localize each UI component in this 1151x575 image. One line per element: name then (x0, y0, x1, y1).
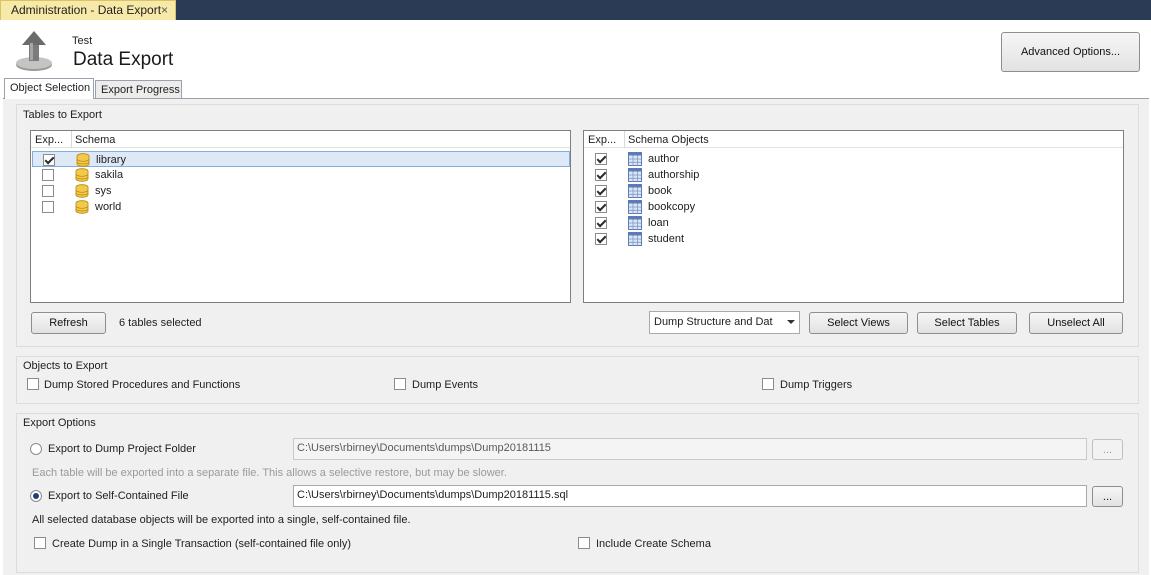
schema-name: sys (95, 185, 112, 197)
schema-checkbox[interactable] (42, 201, 54, 213)
schema-objects-column-header[interactable]: Schema Objects (628, 134, 709, 146)
selection-status: 6 tables selected (119, 317, 202, 329)
tables-to-export-title: Tables to Export (23, 109, 102, 121)
table-row-student[interactable]: student (585, 231, 1123, 247)
dump-mode-select[interactable]: Dump Structure and Dat (649, 311, 800, 334)
table-name: student (648, 233, 685, 245)
table-name: loan (648, 217, 669, 229)
schema-objects-list[interactable]: Exp... Schema Objects author authorship … (583, 130, 1124, 303)
dump-events-option[interactable]: Dump Events (394, 378, 544, 394)
dump-routines-checkbox[interactable] (27, 378, 39, 390)
table-name: book (648, 185, 672, 197)
include-create-schema-label: Include Create Schema (596, 538, 711, 550)
chevron-down-icon (787, 320, 795, 324)
single-transaction-label: Create Dump in a Single Transaction (sel… (52, 538, 351, 550)
table-name: author (648, 153, 680, 165)
table-icon (628, 168, 642, 182)
schema-row-sakila[interactable]: sakila (32, 167, 570, 183)
include-create-schema-option[interactable]: Include Create Schema (578, 537, 738, 553)
select-tables-button[interactable]: Select Tables (917, 312, 1017, 334)
schema-checkbox[interactable] (43, 154, 55, 166)
table-checkbox[interactable] (595, 217, 607, 229)
dump-routines-option[interactable]: Dump Stored Procedures and Functions (27, 378, 327, 394)
unselect-all-button[interactable]: Unselect All (1029, 312, 1123, 334)
objects-to-export-title: Objects to Export (23, 360, 108, 372)
self-contained-hint: All selected database objects will be ex… (32, 514, 411, 526)
document-tab-data-export[interactable]: Administration - Data Export × (0, 0, 176, 20)
table-checkbox[interactable] (595, 201, 607, 213)
schema-list-header: Exp... Schema (31, 131, 570, 148)
single-transaction-option[interactable]: Create Dump in a Single Transaction (sel… (34, 537, 374, 553)
table-row-author[interactable]: author (585, 151, 1123, 167)
schema-name: sakila (95, 169, 124, 181)
export-options-title: Export Options (23, 417, 96, 429)
advanced-options-button[interactable]: Advanced Options... (1001, 32, 1140, 72)
table-checkbox[interactable] (595, 169, 607, 181)
single-transaction-checkbox[interactable] (34, 537, 46, 549)
schema-list[interactable]: Exp... Schema library sakila sys world (30, 130, 571, 303)
schema-row-world[interactable]: world (32, 199, 570, 215)
dump-triggers-option[interactable]: Dump Triggers (762, 378, 912, 394)
table-checkbox[interactable] (595, 153, 607, 165)
schema-checkbox[interactable] (42, 185, 54, 197)
export-self-contained-option[interactable]: Export to Self-Contained File (30, 489, 270, 505)
document-tab-label: Administration - Data Export (11, 3, 162, 17)
export-column-header[interactable]: Exp... (588, 134, 616, 146)
table-icon (628, 184, 642, 198)
table-icon (628, 152, 642, 166)
database-icon (75, 184, 89, 198)
dump-events-label: Dump Events (412, 379, 479, 391)
project-folder-hint: Each table will be exported into a separ… (32, 467, 507, 479)
table-checkbox[interactable] (595, 233, 607, 245)
table-row-book[interactable]: book (585, 183, 1123, 199)
database-icon (75, 168, 89, 182)
export-column-header[interactable]: Exp... (35, 134, 63, 146)
table-icon (628, 216, 642, 230)
select-views-button[interactable]: Select Views (809, 312, 908, 334)
project-folder-radio[interactable] (30, 443, 42, 455)
dump-events-checkbox[interactable] (394, 378, 406, 390)
database-icon (75, 200, 89, 214)
schema-checkbox[interactable] (42, 169, 54, 181)
database-icon (76, 153, 90, 167)
connection-name: Test (72, 35, 93, 47)
page-title: Data Export (73, 49, 174, 70)
tab-export-progress[interactable]: Export Progress (95, 80, 182, 99)
schema-name: library (96, 154, 126, 166)
table-icon (628, 232, 642, 246)
browse-self-contained-button[interactable]: ... (1092, 486, 1123, 507)
table-name: authorship (648, 169, 700, 181)
include-create-schema-checkbox[interactable] (578, 537, 590, 549)
schema-column-header[interactable]: Schema (75, 134, 115, 146)
tab-object-selection[interactable]: Object Selection (4, 78, 94, 99)
schema-name: world (95, 201, 122, 213)
data-export-icon (16, 31, 52, 71)
schema-objects-header: Exp... Schema Objects (584, 131, 1123, 148)
close-tab-icon[interactable]: × (161, 3, 168, 17)
dump-mode-value: Dump Structure and Dat (654, 316, 773, 328)
table-checkbox[interactable] (595, 185, 607, 197)
table-name: bookcopy (648, 201, 696, 213)
table-row-bookcopy[interactable]: bookcopy (585, 199, 1123, 215)
project-folder-path-input[interactable]: C:\Users\rbirney\Documents\dumps\Dump201… (293, 438, 1087, 460)
self-contained-label: Export to Self-Contained File (48, 490, 189, 502)
project-folder-label: Export to Dump Project Folder (48, 443, 196, 455)
refresh-button[interactable]: Refresh (31, 312, 106, 334)
table-row-loan[interactable]: loan (585, 215, 1123, 231)
table-row-authorship[interactable]: authorship (585, 167, 1123, 183)
schema-row-sys[interactable]: sys (32, 183, 570, 199)
self-contained-radio[interactable] (30, 490, 42, 502)
export-project-folder-option[interactable]: Export to Dump Project Folder (30, 442, 270, 458)
dump-triggers-label: Dump Triggers (780, 379, 853, 391)
schema-row-library[interactable]: library (32, 151, 570, 167)
table-icon (628, 200, 642, 214)
browse-project-folder-button[interactable]: ... (1092, 439, 1123, 460)
dump-routines-label: Dump Stored Procedures and Functions (44, 379, 241, 391)
self-contained-path-input[interactable]: C:\Users\rbirney\Documents\dumps\Dump201… (293, 485, 1087, 507)
dump-triggers-checkbox[interactable] (762, 378, 774, 390)
